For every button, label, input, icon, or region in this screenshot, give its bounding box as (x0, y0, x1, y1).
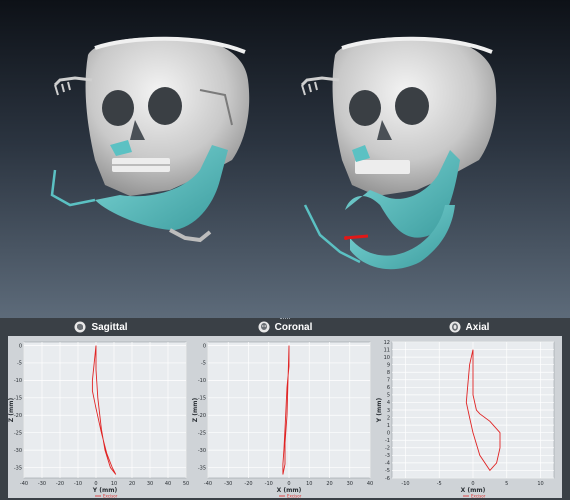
head-axial-icon (449, 321, 461, 333)
x-tick-label: 5 (505, 481, 508, 487)
y-tick-label: 9 (387, 362, 390, 368)
y-tick-label: -25 (198, 430, 206, 436)
y-tick-label: 1 (387, 423, 390, 429)
y-tick-label: -15 (14, 396, 22, 402)
panel-header: Axial (376, 320, 562, 334)
skull-model-left[interactable] (50, 36, 250, 243)
y-tick-label: -3 (385, 453, 390, 459)
x-tick-label: 20 (129, 481, 135, 487)
y-tick-label: 12 (384, 340, 390, 346)
y-tick-label: -6 (385, 476, 390, 482)
y-tick-label: -10 (198, 378, 206, 384)
panel-header: Sagittal (8, 320, 194, 334)
head-sagittal-icon (74, 321, 86, 333)
x-tick-label: 10 (537, 481, 543, 487)
y-axis-label: Z (mm) (192, 398, 199, 423)
y-tick-label: 3 (387, 408, 390, 414)
head-coronal-icon (258, 321, 270, 333)
x-tick-label: 40 (367, 481, 373, 487)
panel-axial: Axial -10 -5 0 5 10 12 11 10 9 8 7 6 5 4 3 2 1 0 -1 -2 -3 -4-… (376, 320, 562, 498)
x-tick-label: -40 (20, 481, 28, 487)
x-tick-label: -20 (56, 481, 64, 487)
legend-label: Excisor (103, 493, 118, 498)
y-tick-label: 0 (387, 430, 390, 436)
skull-model-right[interactable] (300, 36, 497, 270)
legend-label: Excisor (287, 493, 302, 498)
y-tick-label: 0 (203, 343, 206, 349)
panel-coronal: Coronal -40 -30 -20 -10 0 10 20 30 40 0 -5 -10 -15 -2… (192, 320, 378, 498)
coronal-chart: -40 -30 -20 -10 0 10 20 30 400-5-10-15-20-25-30-… (192, 336, 378, 498)
y-tick-label: -10 (14, 378, 22, 384)
trajectory-panels: Sagittal -40 -30 -20 -10 0 10 20 30 40 50 0 -5 -10 -1… (0, 318, 570, 500)
y-tick-label: -5 (201, 361, 206, 367)
y-tick-label: -30 (14, 448, 22, 454)
y-tick-label: -2 (385, 446, 390, 452)
y-tick-label: -5 (385, 468, 390, 474)
sagittal-chart: -40 -30 -20 -10 0 10 20 30 40 500-5-10-15-20-25-3… (8, 336, 194, 498)
x-tick-label: 30 (347, 481, 353, 487)
plot-area (23, 341, 187, 479)
y-tick-label: 6 (387, 385, 390, 391)
axial-chart: -10 -5 0 5 101211109876543210-1-2-3-4-5-6X (… (376, 336, 562, 498)
3d-viewer[interactable] (0, 0, 570, 318)
panel-header: Coronal (192, 320, 378, 334)
x-tick-label: -20 (244, 481, 252, 487)
x-tick-label: -10 (74, 481, 82, 487)
y-tick-label: 10 (384, 355, 390, 361)
y-tick-label: -5 (17, 361, 22, 367)
panel-title: Axial (465, 321, 490, 333)
y-tick-label: -25 (14, 430, 22, 436)
y-tick-label: 11 (384, 347, 390, 353)
panel-sagittal: Sagittal -40 -30 -20 -10 0 10 20 30 40 50 0 -5 -10 -1… (8, 320, 194, 498)
y-tick-label: -20 (14, 413, 22, 419)
x-tick-label: -10 (265, 481, 273, 487)
x-tick-label: -30 (38, 481, 46, 487)
y-tick-label: -35 (198, 465, 206, 471)
y-tick-label: 2 (387, 415, 390, 421)
y-tick-label: -35 (14, 465, 22, 471)
skull-render (50, 36, 497, 270)
x-tick-label: -10 (401, 481, 409, 487)
y-tick-label: -30 (198, 448, 206, 454)
x-tick-label: -40 (204, 481, 212, 487)
x-tick-label: 50 (183, 481, 189, 487)
y-tick-label: -1 (385, 438, 390, 444)
x-tick-label: 40 (165, 481, 171, 487)
x-tick-label: -30 (224, 481, 232, 487)
legend-label: Excisor (471, 493, 486, 498)
y-tick-label: 7 (387, 378, 390, 384)
y-axis-label: Y (mm) (376, 398, 383, 424)
panel-title: Sagittal (91, 321, 128, 333)
y-tick-label: 4 (387, 400, 390, 406)
y-tick-label: 0 (19, 343, 22, 349)
x-tick-label: 30 (147, 481, 153, 487)
x-tick-label: -5 (437, 481, 442, 487)
x-tick-label: 20 (326, 481, 332, 487)
y-tick-label: 5 (387, 393, 390, 399)
y-tick-label: -4 (385, 461, 390, 467)
x-tick-label: 10 (306, 481, 312, 487)
y-tick-label: -15 (198, 396, 206, 402)
panel-title: Coronal (274, 321, 313, 333)
y-tick-label: -20 (198, 413, 206, 419)
y-axis-label: Z (mm) (8, 398, 15, 423)
y-tick-label: 8 (387, 370, 390, 376)
